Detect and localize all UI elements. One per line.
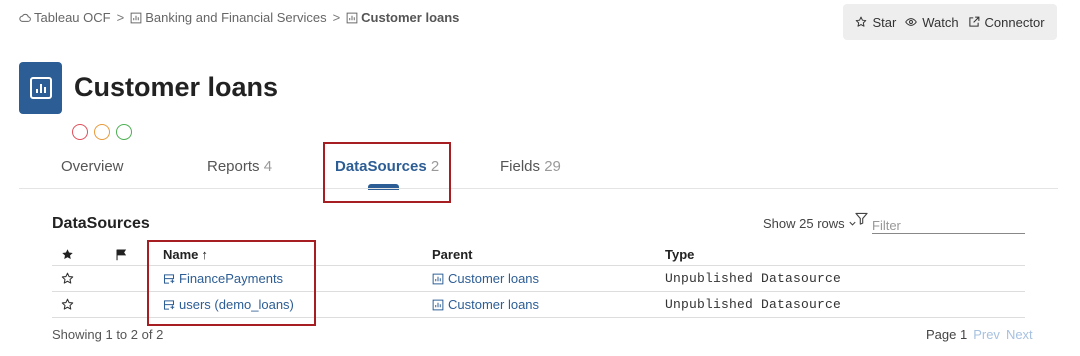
datasource-type: Unpublished Datasource xyxy=(665,271,842,286)
tab-label: Reports xyxy=(207,158,260,175)
star-outline-icon xyxy=(61,298,74,310)
status-indicators xyxy=(72,124,132,140)
star-filled-icon xyxy=(62,248,73,259)
section-title: DataSources xyxy=(52,215,150,232)
breadcrumb-separator: > xyxy=(116,10,125,25)
star-button[interactable]: Star xyxy=(855,15,896,30)
column-header-label: Parent xyxy=(432,246,473,262)
tabs-divider xyxy=(19,188,1058,189)
type-column-header[interactable]: Type xyxy=(665,243,694,265)
tab-fields[interactable]: Fields 29 xyxy=(500,158,561,175)
parent-column-header[interactable]: Parent xyxy=(432,243,472,265)
star-toggle[interactable] xyxy=(61,266,74,291)
connector-label: Connector xyxy=(984,14,1045,30)
status-circle-red[interactable] xyxy=(72,124,88,140)
status-circle-orange[interactable] xyxy=(94,124,110,140)
parent-name: Customer loans xyxy=(448,297,540,312)
breadcrumb-label: Banking and Financial Services xyxy=(145,10,327,25)
flag-icon xyxy=(116,249,127,260)
watch-button[interactable]: Watch xyxy=(905,14,959,30)
breadcrumb: Tableau OCF > Banking and Financial Serv… xyxy=(19,10,459,25)
highlight-box-name-column xyxy=(147,240,316,326)
dashboard-icon xyxy=(432,299,444,310)
breadcrumb-item-project[interactable]: Banking and Financial Services xyxy=(130,10,327,25)
prev-page-button[interactable]: Prev xyxy=(973,327,1000,342)
parent-link[interactable]: Customer loans xyxy=(432,266,539,291)
filter-input[interactable] xyxy=(872,217,1025,234)
results-count: Showing 1 to 2 of 2 xyxy=(52,327,164,342)
flag-column-header[interactable] xyxy=(115,243,128,265)
cloud-icon xyxy=(19,13,31,22)
star-outline-icon xyxy=(61,272,74,284)
tab-label: Fields xyxy=(500,158,541,175)
pagination: Page 1 Prev Next xyxy=(926,327,1033,342)
breadcrumb-separator: > xyxy=(332,10,341,25)
dashboard-icon xyxy=(346,12,358,23)
tab-reports[interactable]: Reports 4 xyxy=(207,158,272,175)
star-toggle[interactable] xyxy=(61,292,74,317)
parent-link[interactable]: Customer loans xyxy=(432,292,539,317)
dashboard-icon xyxy=(432,273,444,284)
tab-label: Overview xyxy=(61,158,124,175)
page-indicator: Page 1 xyxy=(926,327,968,342)
star-column-header[interactable] xyxy=(61,243,74,265)
breadcrumb-item-current: Customer loans xyxy=(346,10,459,25)
status-circle-green[interactable] xyxy=(116,124,132,140)
rows-per-page-select[interactable]: Show 25 rows xyxy=(763,216,857,231)
rows-per-page-label: Show 25 rows xyxy=(763,216,845,231)
page-title: Customer loans xyxy=(74,72,279,102)
breadcrumb-label: Customer loans xyxy=(361,10,460,25)
filter-icon xyxy=(855,212,868,225)
watch-label: Watch xyxy=(922,14,959,30)
tab-count: 29 xyxy=(544,158,561,175)
action-group: Star Watch Connector xyxy=(843,4,1057,40)
tab-overview[interactable]: Overview xyxy=(61,158,124,175)
dashboard-icon xyxy=(19,62,62,114)
highlight-box-tab xyxy=(323,142,451,203)
dashboard-icon xyxy=(130,12,142,23)
eye-icon xyxy=(905,18,918,26)
external-link-icon xyxy=(968,16,979,27)
star-outline-icon xyxy=(856,16,867,27)
next-page-button[interactable]: Next xyxy=(1006,327,1033,342)
datasource-type: Unpublished Datasource xyxy=(665,297,842,312)
star-label: Star xyxy=(872,14,897,30)
breadcrumb-item-site[interactable]: Tableau OCF xyxy=(19,10,111,25)
tab-count: 4 xyxy=(263,158,273,175)
connector-button[interactable]: Connector xyxy=(968,15,1045,30)
breadcrumb-label: Tableau OCF xyxy=(34,10,111,25)
parent-name: Customer loans xyxy=(448,271,540,286)
column-header-label: Type xyxy=(665,246,695,262)
